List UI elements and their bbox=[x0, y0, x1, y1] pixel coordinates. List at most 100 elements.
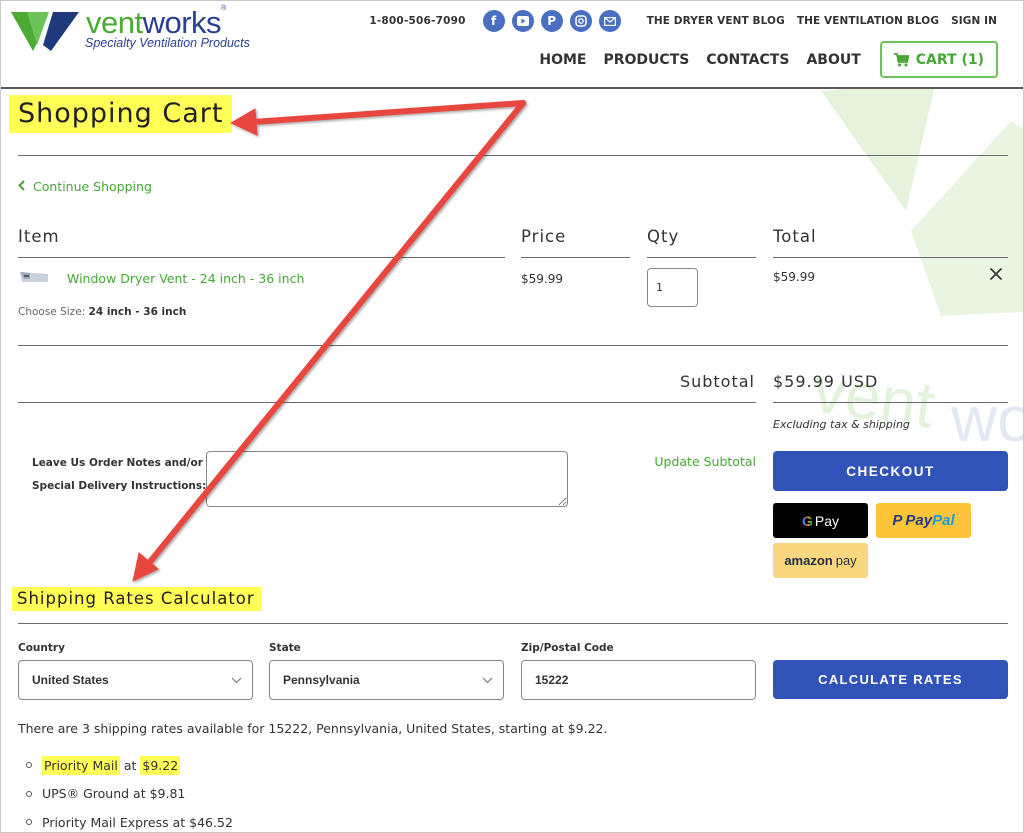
email-icon[interactable] bbox=[598, 10, 621, 32]
nav-home[interactable]: HOME bbox=[539, 52, 586, 68]
country-select[interactable]: United States bbox=[18, 660, 253, 700]
amazon-label: amazon bbox=[784, 553, 833, 568]
update-subtotal-link[interactable]: Update Subtotal bbox=[654, 454, 756, 469]
google-pay-button[interactable]: G Pay bbox=[773, 503, 868, 538]
item-divider bbox=[18, 345, 1008, 346]
paypal-button[interactable]: P Pay Pal bbox=[876, 503, 971, 538]
remove-item-icon[interactable] bbox=[989, 267, 1003, 285]
order-notes-label-line2: Special Delivery Instructions: bbox=[32, 480, 207, 492]
ventilation-blog-link[interactable]: THE VENTILATION BLOG bbox=[797, 15, 939, 27]
order-notes-textarea[interactable] bbox=[206, 451, 568, 507]
youtube-icon[interactable] bbox=[511, 10, 534, 32]
zip-label: Zip/Postal Code bbox=[521, 642, 614, 654]
ventworks-logo[interactable]: ventworks® Specialty Ventilation Product… bbox=[9, 5, 250, 53]
header-underline-price bbox=[521, 257, 630, 258]
shipping-divider bbox=[18, 623, 1008, 624]
shipping-calculator-title: Shipping Rates Calculator bbox=[17, 589, 255, 608]
column-header-price: Price bbox=[521, 227, 567, 246]
rate-joiner: at bbox=[168, 814, 190, 830]
rate-price: $9.81 bbox=[149, 786, 186, 802]
calculate-rates-button[interactable]: CALCULATE RATES bbox=[773, 660, 1008, 699]
instagram-glyph bbox=[574, 15, 587, 27]
page-title: Shopping Cart bbox=[18, 98, 224, 129]
logo-tagline: Specialty Ventilation Products bbox=[85, 36, 250, 50]
amazon-pay-label: pay bbox=[835, 553, 857, 568]
header-underline-qty bbox=[647, 257, 756, 258]
column-header-item: Item bbox=[18, 227, 60, 246]
rate-service-name: UPS® Ground bbox=[42, 786, 130, 802]
continue-shopping-link[interactable]: Continue Shopping bbox=[18, 179, 152, 194]
rate-service-name: Priority Mail Express bbox=[42, 814, 169, 830]
amazon-pay-button[interactable]: amazon pay bbox=[773, 543, 868, 578]
shipping-rate-item: UPS® Ground at $9.81 bbox=[26, 780, 233, 809]
list-bullet bbox=[26, 762, 32, 769]
state-select[interactable]: Pennsylvania bbox=[269, 660, 504, 700]
continue-shopping-label: Continue Shopping bbox=[33, 179, 152, 194]
rate-price: $9.22 bbox=[140, 755, 181, 775]
subtotal-label: Subtotal bbox=[679, 372, 755, 391]
header-underline-item bbox=[18, 257, 505, 258]
logo-word-works: works bbox=[142, 5, 222, 40]
country-select-value: United States bbox=[32, 673, 109, 687]
paypal-label-pal: Pal bbox=[932, 512, 955, 529]
dryer-vent-blog-link[interactable]: THE DRYER VENT BLOG bbox=[647, 15, 785, 27]
logo-mark-icon bbox=[11, 12, 79, 51]
product-thumbnail[interactable] bbox=[18, 271, 50, 283]
paypal-p-icon: P bbox=[892, 512, 903, 529]
column-header-qty: Qty bbox=[647, 227, 680, 246]
shipping-title-highlight: Shipping Rates Calculator bbox=[12, 587, 261, 611]
product-option-label: Choose Size: bbox=[18, 306, 86, 318]
order-notes-label: Leave Us Order Notes and/or Special Deli… bbox=[32, 452, 206, 498]
checkout-button[interactable]: CHECKOUT bbox=[773, 451, 1008, 491]
logo-registered: ® bbox=[221, 5, 226, 12]
envelope-glyph bbox=[603, 16, 616, 26]
sign-in-link[interactable]: SIGN IN bbox=[951, 15, 997, 27]
subtotal-underline-left bbox=[18, 402, 756, 403]
facebook-icon[interactable]: f bbox=[482, 10, 505, 32]
item-total: $59.99 bbox=[773, 270, 815, 284]
pinterest-icon[interactable]: P bbox=[540, 10, 563, 32]
shipping-rates-summary: There are 3 shipping rates available for… bbox=[18, 721, 608, 736]
shipping-rate-item: Priority Mail Express at $46.52 bbox=[26, 808, 233, 832]
youtube-play-glyph bbox=[516, 16, 529, 26]
excluding-tax-note: Excluding tax & shipping bbox=[773, 418, 910, 431]
rate-joiner: at bbox=[129, 786, 150, 802]
list-bullet bbox=[26, 790, 32, 797]
zip-input[interactable] bbox=[521, 660, 756, 700]
nav-products[interactable]: PRODUCTS bbox=[603, 52, 689, 68]
page-title-highlight: Shopping Cart bbox=[9, 95, 233, 133]
product-name-link[interactable]: Window Dryer Vent - 24 inch - 36 inch bbox=[67, 271, 304, 286]
utility-bar: 1-800-506-7090 f P THE DRYER VENT BLOG T… bbox=[369, 9, 997, 33]
product-option-value: 24 inch - 36 inch bbox=[88, 306, 187, 318]
chevron-down-icon bbox=[482, 673, 493, 687]
cart-button[interactable]: CART (1) bbox=[879, 41, 998, 78]
list-bullet bbox=[26, 819, 32, 826]
shipping-rates-list: Priority Mail at $9.22 UPS® Ground at $9… bbox=[26, 751, 233, 832]
column-header-total: Total bbox=[773, 227, 817, 246]
cart-label: CART (1) bbox=[915, 51, 984, 68]
subtotal-value: $59.99 USD bbox=[773, 372, 879, 391]
subtotal-underline-right bbox=[773, 402, 1008, 403]
header-underline-total bbox=[773, 257, 1008, 258]
item-price: $59.99 bbox=[521, 272, 563, 286]
site-header: ventworks® Specialty Ventilation Product… bbox=[1, 1, 1023, 89]
logo-word-vent: vent bbox=[86, 5, 143, 40]
country-label: Country bbox=[18, 642, 65, 654]
state-label: State bbox=[269, 642, 301, 654]
cart-page: Shopping Cart Continue Shopping Item Pri… bbox=[1, 91, 1023, 832]
nav-contacts[interactable]: CONTACTS bbox=[706, 52, 789, 68]
rate-price: $46.52 bbox=[189, 814, 233, 830]
nav-about[interactable]: ABOUT bbox=[806, 52, 860, 68]
title-divider bbox=[18, 155, 1008, 156]
instagram-icon[interactable] bbox=[569, 10, 592, 32]
social-links: f P bbox=[482, 10, 621, 32]
quantity-input[interactable] bbox=[647, 268, 698, 307]
phone-number[interactable]: 1-800-506-7090 bbox=[369, 15, 465, 27]
paypal-label-pay: Pay bbox=[905, 512, 933, 529]
main-nav: HOME PRODUCTS CONTACTS ABOUT CART (1) bbox=[539, 41, 998, 78]
shipping-rate-item: Priority Mail at $9.22 bbox=[26, 751, 233, 780]
product-option: Choose Size: 24 inch - 36 inch bbox=[18, 306, 186, 318]
rate-service-name: Priority Mail bbox=[42, 755, 120, 775]
chevron-down-icon bbox=[231, 673, 242, 687]
state-select-value: Pennsylvania bbox=[283, 673, 360, 687]
